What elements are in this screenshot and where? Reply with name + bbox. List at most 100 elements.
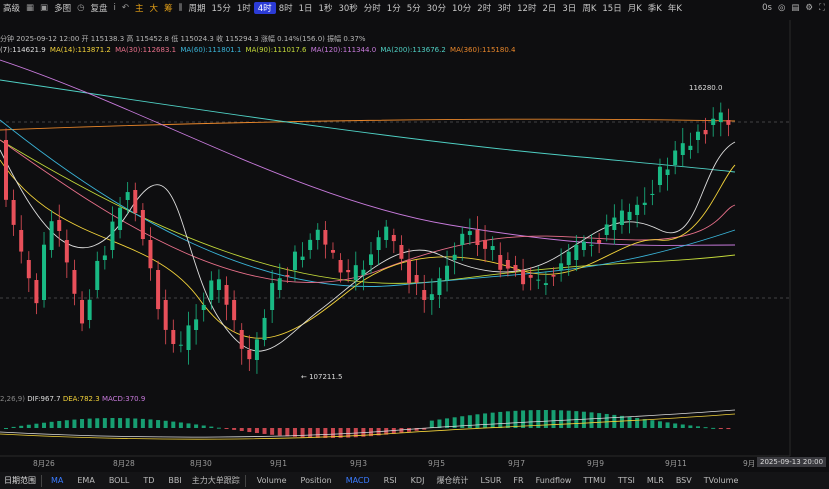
indicator-tag-main[interactable]: 主	[132, 2, 147, 14]
candle-body	[277, 278, 282, 290]
indicator-ttmu[interactable]: TTMU	[583, 476, 605, 485]
candle-body	[574, 245, 579, 260]
indicator-macd[interactable]: MACD	[346, 476, 370, 485]
period-timeshare[interactable]: 分时	[361, 2, 384, 14]
indicator-tag-big[interactable]: 大	[147, 2, 162, 14]
macd-bar	[650, 420, 655, 428]
advanced-button[interactable]: 高级	[0, 2, 23, 14]
period-3d[interactable]: 3日	[559, 2, 579, 14]
candle-body	[407, 260, 412, 284]
period-1s[interactable]: 1秒	[316, 2, 336, 14]
macd-bar	[34, 423, 39, 428]
candle-body	[695, 131, 700, 140]
info-icon[interactable]: i	[111, 3, 119, 13]
period-15d[interactable]: 15日	[599, 2, 624, 14]
macd-bar	[581, 411, 586, 428]
undo-arrows-icon[interactable]: ↶	[119, 3, 132, 13]
candle-body	[711, 118, 716, 125]
layout-switch-icon[interactable]: ▤	[791, 0, 799, 16]
date-label: 9月	[743, 459, 756, 468]
candle-body	[688, 145, 693, 150]
date-label: 9月5	[428, 459, 446, 468]
macd-bar	[125, 418, 130, 428]
candle-body	[627, 211, 632, 220]
candle-body	[353, 265, 358, 280]
multi-chart-button[interactable]: 多图	[51, 2, 74, 14]
settings-icon[interactable]: ⚙	[805, 0, 813, 16]
period-12h[interactable]: 12时	[514, 2, 539, 14]
replay-button[interactable]: 复盘	[88, 2, 111, 14]
date-label: 9月1	[270, 459, 288, 468]
candle-body	[19, 230, 24, 252]
period-month[interactable]: 月K	[625, 2, 645, 14]
period-8h[interactable]: 8时	[276, 2, 296, 14]
indicator-tvolume[interactable]: TVolume	[704, 476, 739, 485]
period-2h[interactable]: 2时	[474, 2, 494, 14]
period-10m[interactable]: 10分	[449, 2, 474, 14]
period-1d[interactable]: 1日	[296, 2, 316, 14]
indicator-big-order[interactable]: 主力大单跟踪	[192, 475, 240, 486]
period-year[interactable]: 年K	[665, 2, 685, 14]
indicator-bsv[interactable]: BSV	[676, 476, 692, 485]
date-range-button[interactable]: 日期范围	[4, 475, 36, 486]
macd-bar	[726, 428, 731, 430]
indicator-mlr[interactable]: MLR	[647, 476, 664, 485]
candle-body	[64, 240, 69, 263]
candle-type-icon[interactable]: ⫼	[176, 3, 186, 13]
price-chart[interactable]	[0, 0, 829, 489]
fullscreen-icon[interactable]: ⛶	[819, 0, 825, 16]
period-dropdown[interactable]: 周期	[186, 2, 209, 14]
indicator-boll[interactable]: BOLL	[109, 476, 130, 485]
macd-legend: 2,26,9) DIF:967.7 DEA:782.3 MACD:370.9	[0, 395, 145, 403]
macd-bar	[308, 428, 313, 438]
candle-body	[589, 244, 594, 246]
macd-bar	[619, 415, 624, 428]
candle-body	[186, 325, 191, 350]
indicator-ema[interactable]: EMA	[77, 476, 94, 485]
period-week[interactable]: 周K	[579, 2, 599, 14]
period-30s[interactable]: 30秒	[335, 2, 360, 14]
period-3h[interactable]: 3时	[494, 2, 514, 14]
period-15m[interactable]: 15分	[209, 2, 234, 14]
candle-body	[566, 251, 571, 265]
indicator-volume[interactable]: Volume	[257, 476, 287, 485]
candle-body	[543, 283, 548, 285]
indicator-lsur[interactable]: LSUR	[480, 476, 501, 485]
indicator-kdj[interactable]: KDJ	[411, 476, 425, 485]
camera-icon[interactable]: ◎	[778, 0, 785, 16]
indicator-position[interactable]: Position	[301, 476, 332, 485]
macd-bar	[688, 425, 693, 428]
indicator-ttsi[interactable]: TTSI	[618, 476, 635, 485]
candle-body	[239, 330, 244, 349]
period-1h[interactable]: 1时	[234, 2, 254, 14]
macd-bar	[209, 426, 214, 428]
candle-body	[657, 166, 662, 185]
macd-params: 2,26,9)	[0, 395, 25, 403]
period-4h[interactable]: 4时	[253, 2, 276, 14]
macd-bar	[490, 412, 495, 428]
candle-body	[346, 270, 351, 273]
indicator-liquidation[interactable]: 爆仓统计	[436, 475, 468, 486]
macd-bar	[216, 427, 221, 429]
separator	[41, 474, 42, 487]
period-5m[interactable]: 5分	[404, 2, 424, 14]
period-2d[interactable]: 2日	[539, 2, 559, 14]
indicator-tag-chips[interactable]: 筹	[161, 2, 176, 14]
macd-bar	[178, 422, 183, 428]
macd-bar	[4, 428, 8, 429]
indicator-fundflow[interactable]: Fundflow	[536, 476, 572, 485]
indicator-bbi[interactable]: BBI	[168, 476, 181, 485]
candle-body	[559, 263, 564, 270]
replay-icon[interactable]: ◷	[74, 3, 87, 13]
indicator-ma[interactable]: MA	[51, 476, 63, 485]
layout-icon[interactable]: ▦	[23, 3, 37, 13]
period-1m[interactable]: 1分	[384, 2, 404, 14]
indicator-td[interactable]: TD	[143, 476, 154, 485]
latency-label: 0s	[762, 3, 772, 13]
indicator-fr[interactable]: FR	[513, 476, 523, 485]
indicator-rsi[interactable]: RSI	[384, 476, 397, 485]
macd-dif: DIF:967.7	[27, 395, 61, 403]
period-30m[interactable]: 30分	[424, 2, 449, 14]
multi-chart-icon[interactable]: ▣	[37, 3, 51, 13]
period-quarter[interactable]: 季K	[645, 2, 665, 14]
